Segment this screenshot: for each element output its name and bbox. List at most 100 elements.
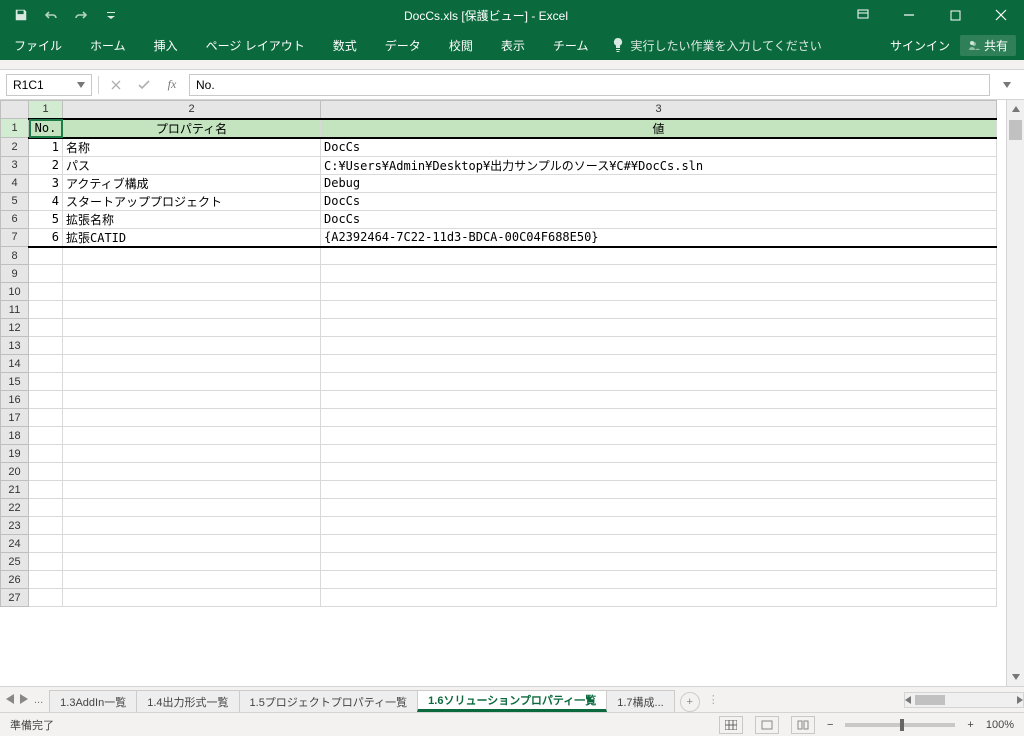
- select-all-corner[interactable]: [1, 101, 29, 119]
- tab-formulas[interactable]: 数式: [319, 30, 371, 60]
- cell[interactable]: アクティブ構成: [63, 174, 321, 192]
- row-header[interactable]: 19: [1, 445, 29, 463]
- qat-dropdown-icon[interactable]: [98, 2, 124, 28]
- column-headers[interactable]: 1 2 3: [1, 101, 997, 119]
- row-header[interactable]: 3: [1, 156, 29, 174]
- row-header[interactable]: 6: [1, 210, 29, 228]
- zoom-level[interactable]: 100%: [986, 719, 1014, 731]
- cell[interactable]: 1: [29, 138, 63, 157]
- tab-insert[interactable]: 挿入: [140, 30, 192, 60]
- row-header[interactable]: 5: [1, 192, 29, 210]
- row-header[interactable]: 8: [1, 247, 29, 265]
- tab-pagelayout[interactable]: ページ レイアウト: [192, 30, 319, 60]
- view-pagebreak-icon[interactable]: [791, 716, 815, 734]
- zoom-slider[interactable]: [845, 723, 955, 727]
- cell-header-val[interactable]: 値: [321, 119, 997, 138]
- row-header[interactable]: 16: [1, 391, 29, 409]
- row-header[interactable]: 10: [1, 283, 29, 301]
- col-header[interactable]: 1: [29, 101, 63, 119]
- sheet-nav-ellipsis[interactable]: ...: [34, 694, 43, 706]
- tab-home[interactable]: ホーム: [76, 30, 140, 60]
- row-header[interactable]: 25: [1, 553, 29, 571]
- row-header[interactable]: 9: [1, 265, 29, 283]
- cell-header-prop[interactable]: プロパティ名: [63, 119, 321, 138]
- signin-link[interactable]: サインイン: [890, 37, 950, 54]
- tab-data[interactable]: データ: [371, 30, 435, 60]
- row-header[interactable]: 1: [1, 119, 29, 138]
- scroll-thumb[interactable]: [1009, 120, 1022, 140]
- tab-view[interactable]: 表示: [487, 30, 539, 60]
- view-pagelayout-icon[interactable]: [755, 716, 779, 734]
- cell[interactable]: 2: [29, 156, 63, 174]
- cell[interactable]: 拡張名称: [63, 210, 321, 228]
- tab-team[interactable]: チーム: [539, 30, 603, 60]
- redo-icon[interactable]: [68, 2, 94, 28]
- cell[interactable]: 5: [29, 210, 63, 228]
- row-header[interactable]: 20: [1, 463, 29, 481]
- row-header[interactable]: 7: [1, 228, 29, 247]
- ribbon-options-icon[interactable]: [840, 0, 886, 30]
- row-header[interactable]: 4: [1, 174, 29, 192]
- row-header[interactable]: 23: [1, 517, 29, 535]
- row-header[interactable]: 17: [1, 409, 29, 427]
- cell-header-no[interactable]: No.: [29, 119, 63, 138]
- sheet-tab[interactable]: 1.5プロジェクトプロパティ一覧: [239, 690, 419, 712]
- tab-file[interactable]: ファイル: [0, 30, 76, 60]
- cell[interactable]: Debug: [321, 174, 997, 192]
- name-box[interactable]: R1C1: [6, 74, 92, 96]
- cell[interactable]: 3: [29, 174, 63, 192]
- cell[interactable]: 6: [29, 228, 63, 247]
- cell[interactable]: スタートアッププロジェクト: [63, 192, 321, 210]
- zoom-out-icon[interactable]: −: [827, 719, 833, 731]
- cell[interactable]: DocCs: [321, 138, 997, 157]
- tell-me-search[interactable]: 実行したい作業を入力してください: [602, 37, 821, 54]
- row-header[interactable]: 24: [1, 535, 29, 553]
- cell[interactable]: DocCs: [321, 210, 997, 228]
- close-icon[interactable]: [978, 0, 1024, 30]
- row-header[interactable]: 2: [1, 138, 29, 157]
- maximize-icon[interactable]: [932, 0, 978, 30]
- scroll-right-icon[interactable]: [1017, 696, 1023, 704]
- zoom-thumb[interactable]: [900, 719, 904, 731]
- scroll-down-icon[interactable]: [1007, 668, 1024, 686]
- vertical-scrollbar[interactable]: [1006, 100, 1024, 686]
- formula-input[interactable]: No.: [189, 74, 990, 96]
- sheet-tab-active[interactable]: 1.6ソリューションプロパティ一覧: [417, 690, 607, 712]
- sheet-nav-next-icon[interactable]: [20, 694, 28, 706]
- minimize-icon[interactable]: [886, 0, 932, 30]
- tab-review[interactable]: 校閲: [435, 30, 487, 60]
- scroll-thumb[interactable]: [915, 695, 945, 705]
- sheet-tab[interactable]: 1.7構成...: [606, 690, 674, 712]
- row-header[interactable]: 22: [1, 499, 29, 517]
- row-header[interactable]: 26: [1, 571, 29, 589]
- row-header[interactable]: 15: [1, 373, 29, 391]
- row-header[interactable]: 18: [1, 427, 29, 445]
- cell[interactable]: 拡張CATID: [63, 228, 321, 247]
- scroll-up-icon[interactable]: [1007, 100, 1024, 118]
- row-header[interactable]: 12: [1, 319, 29, 337]
- horizontal-scrollbar[interactable]: [904, 692, 1024, 708]
- share-button[interactable]: 共有: [960, 35, 1016, 56]
- cell[interactable]: DocCs: [321, 192, 997, 210]
- add-sheet-icon[interactable]: +: [680, 692, 700, 712]
- enter-formula-icon[interactable]: [133, 74, 155, 96]
- col-header[interactable]: 2: [63, 101, 321, 119]
- cell[interactable]: C:¥Users¥Admin¥Desktop¥出力サンプルのソース¥C#¥Doc…: [321, 156, 997, 174]
- chevron-down-icon[interactable]: [77, 82, 85, 88]
- sheet-tab[interactable]: 1.3AddIn一覧: [49, 690, 137, 712]
- row-header[interactable]: 27: [1, 589, 29, 607]
- undo-icon[interactable]: [38, 2, 64, 28]
- col-header[interactable]: 3: [321, 101, 997, 119]
- row-header[interactable]: 21: [1, 481, 29, 499]
- sheet-nav-prev-icon[interactable]: [6, 694, 14, 706]
- sheet-tab[interactable]: 1.4出力形式一覧: [136, 690, 239, 712]
- zoom-in-icon[interactable]: +: [967, 719, 973, 731]
- grid[interactable]: 1 2 3 1 No. プロパティ名 値 2 1 名称 DocCs 3 2 パス…: [0, 100, 1006, 686]
- save-icon[interactable]: [8, 2, 34, 28]
- cell[interactable]: 4: [29, 192, 63, 210]
- row-header[interactable]: 13: [1, 337, 29, 355]
- cancel-formula-icon[interactable]: [105, 74, 127, 96]
- row-header[interactable]: 14: [1, 355, 29, 373]
- cell[interactable]: 名称: [63, 138, 321, 157]
- formula-expand-icon[interactable]: [996, 74, 1018, 96]
